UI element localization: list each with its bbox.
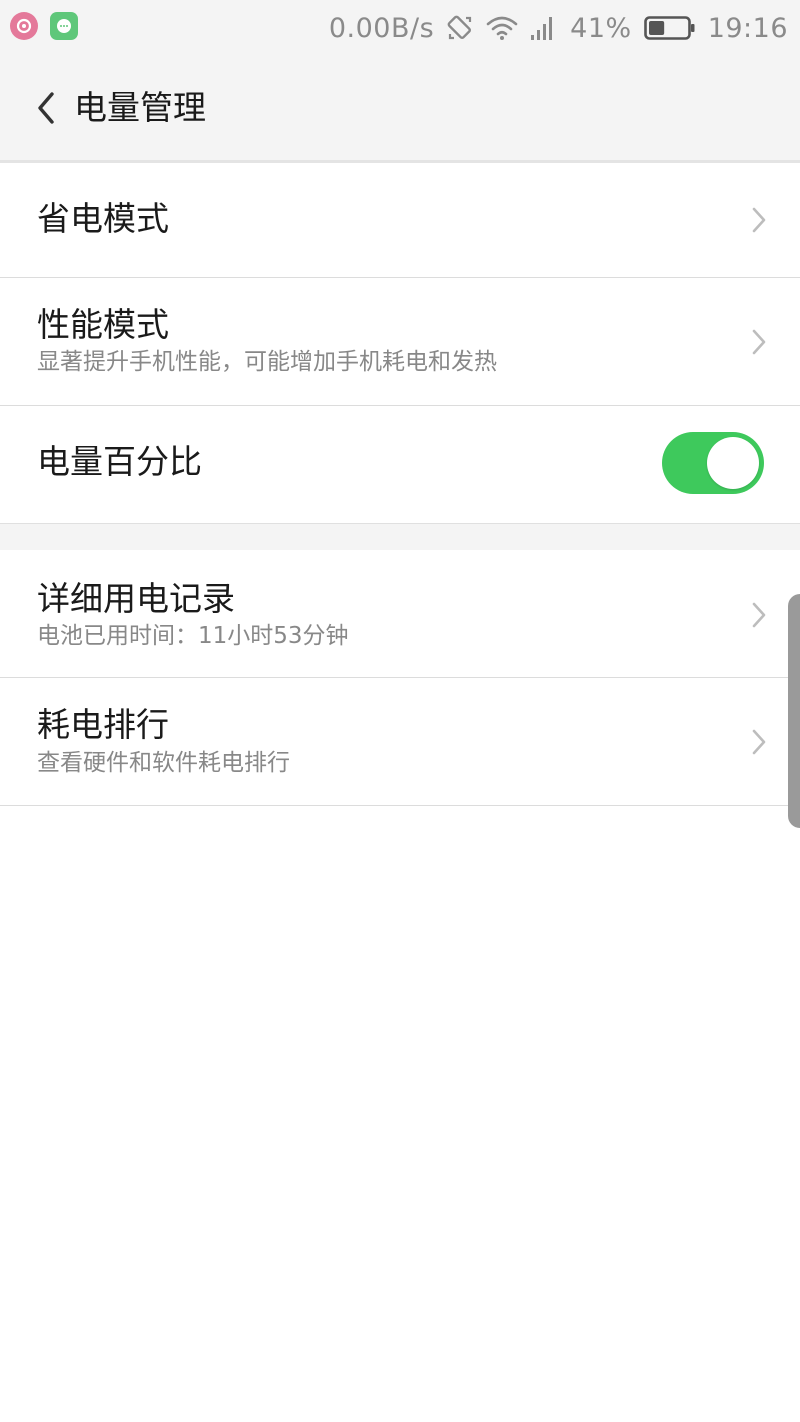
rotation-lock-icon — [446, 14, 474, 42]
music-app-icon — [10, 12, 38, 40]
power-ranking-title: 耗电排行 — [37, 705, 169, 744]
chevron-right-icon — [752, 329, 766, 355]
status-left-icons — [10, 12, 78, 40]
chevron-right-icon — [752, 602, 766, 628]
settings-group-2: 详细用电记录 电池已用时间：11小时53分钟 耗电排行 查看硬件和软件耗电排行 — [0, 550, 800, 806]
usage-record-title: 详细用电记录 — [37, 579, 235, 618]
performance-mode-title: 性能模式 — [37, 305, 169, 344]
battery-percentage-row: 电量百分比 — [0, 406, 800, 520]
cellular-signal-icon — [530, 15, 554, 41]
status-right-area: 0.00B/s 41% 19:16 — [329, 8, 788, 48]
status-bar: 0.00B/s 41% 19:16 — [0, 0, 800, 56]
back-button[interactable] — [26, 86, 66, 130]
power-saving-mode-row[interactable]: 省电模式 — [0, 163, 800, 278]
usage-record-subtitle: 电池已用时间：11小时53分钟 — [37, 623, 349, 649]
performance-mode-subtitle: 显著提升手机性能，可能增加手机耗电和发热 — [37, 349, 497, 375]
usage-record-row[interactable]: 详细用电记录 电池已用时间：11小时53分钟 — [0, 550, 800, 678]
scroll-handle[interactable] — [788, 594, 800, 828]
network-speed: 0.00B/s — [328, 12, 435, 44]
header-bar: 电量管理 — [0, 56, 800, 163]
performance-mode-row[interactable]: 性能模式 显著提升手机性能，可能增加手机耗电和发热 — [0, 278, 800, 406]
settings-group-1: 省电模式 性能模式 显著提升手机性能，可能增加手机耗电和发热 电量百分比 — [0, 163, 800, 520]
battery-percent: 41% — [570, 12, 632, 44]
chevron-right-icon — [752, 207, 766, 233]
chevron-right-icon — [752, 729, 766, 755]
battery-icon — [643, 15, 696, 41]
wifi-icon — [486, 15, 518, 41]
chevron-left-icon — [38, 92, 54, 124]
power-ranking-subtitle: 查看硬件和软件耗电排行 — [37, 750, 290, 776]
toggle-knob — [707, 437, 759, 489]
clock-time: 19:16 — [707, 12, 788, 44]
power-saving-mode-title: 省电模式 — [37, 199, 169, 238]
message-app-icon — [50, 12, 78, 40]
battery-percentage-toggle[interactable] — [662, 432, 764, 494]
battery-percentage-title: 电量百分比 — [37, 442, 202, 481]
page-title: 电量管理 — [74, 88, 206, 127]
section-divider — [0, 523, 800, 551]
power-ranking-row[interactable]: 耗电排行 查看硬件和软件耗电排行 — [0, 678, 800, 806]
